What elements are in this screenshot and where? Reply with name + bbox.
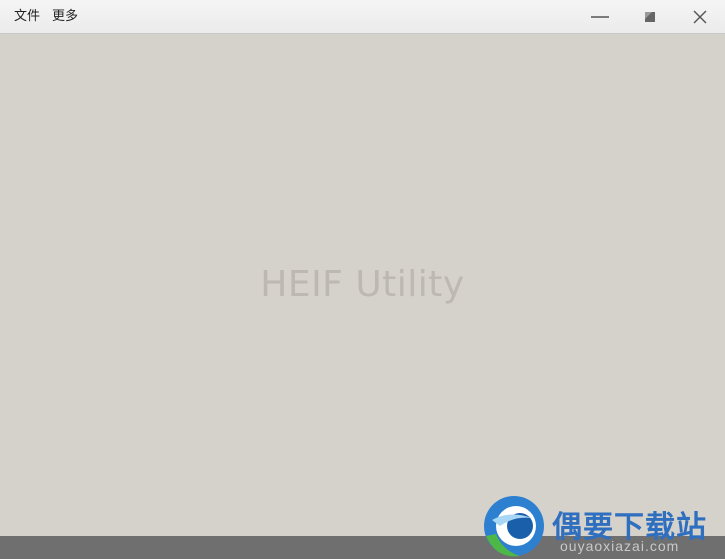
restore-button[interactable] <box>625 0 675 34</box>
title-bar: 文件 更多 <box>0 0 725 34</box>
menu-file[interactable]: 文件 <box>8 0 46 34</box>
image-canvas[interactable]: HEIF Utility <box>0 34 725 536</box>
menu-more[interactable]: 更多 <box>46 0 84 34</box>
restore-icon <box>645 12 655 22</box>
watermark: 偶要下载站 ouyaoxiazai.com <box>480 496 720 559</box>
window-controls <box>575 0 725 34</box>
menu-bar: 文件 更多 <box>8 0 84 34</box>
watermark-domain: ouyaoxiazai.com <box>560 538 680 554</box>
minimize-icon <box>591 16 609 18</box>
minimize-button[interactable] <box>575 0 625 34</box>
watermark-logo-icon <box>484 496 544 557</box>
close-icon <box>693 10 707 24</box>
close-button[interactable] <box>675 0 725 34</box>
app-title: HEIF Utility <box>260 264 465 305</box>
